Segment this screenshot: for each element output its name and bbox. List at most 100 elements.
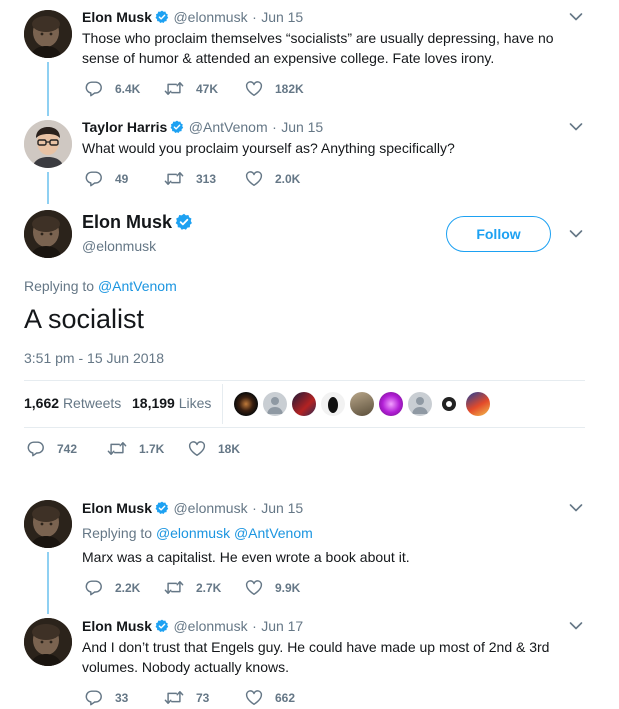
liker-avatar[interactable] (350, 392, 374, 416)
reply-button[interactable]: 742 (27, 440, 77, 457)
focused-author: Elon Musk (82, 212, 193, 233)
reply-button[interactable]: 2.2K (85, 579, 140, 596)
divider (24, 427, 585, 428)
tweet-timestamp[interactable]: 3:51 pm - 15 Jun 2018 (24, 350, 164, 366)
avatar[interactable] (24, 210, 72, 258)
author-name[interactable]: Elon Musk (82, 212, 172, 232)
stats-separator (222, 384, 223, 424)
retweets-total: 1,662 (24, 395, 60, 411)
separator-dot: · (252, 9, 257, 25)
author-handle[interactable]: @elonmusk (173, 618, 247, 634)
tweet-date[interactable]: Jun 15 (261, 9, 303, 25)
tweet-date[interactable]: Jun 15 (281, 119, 323, 135)
avatar[interactable] (24, 500, 72, 548)
liker-avatar[interactable] (408, 392, 432, 416)
avatar[interactable] (24, 120, 72, 168)
chevron-down-icon[interactable] (569, 621, 583, 631)
separator-dot: · (272, 119, 277, 135)
liker-avatar[interactable] (263, 392, 287, 416)
like-button[interactable]: 18K (188, 440, 240, 457)
thread-line (47, 172, 49, 204)
reply-icon (85, 170, 103, 187)
replying-to-link[interactable]: @elonmusk (156, 525, 230, 541)
author-handle[interactable]: @elonmusk (82, 238, 156, 254)
like-icon (245, 80, 263, 97)
replying-prefix: Replying to (24, 278, 95, 294)
separator-dot: · (252, 618, 257, 634)
tweet-date[interactable]: Jun 17 (261, 618, 303, 634)
retweet-count: 2.7K (196, 580, 222, 595)
likes-label: Likes (178, 395, 212, 411)
reply-count: 2.2K (115, 580, 141, 595)
reply-button[interactable]: 33 (85, 689, 128, 706)
avatar[interactable] (24, 10, 72, 58)
chevron-down-icon[interactable] (569, 503, 583, 513)
retweet-button[interactable]: 73 (164, 689, 209, 706)
replying-to: Replying to @elonmusk @AntVenom (82, 525, 313, 541)
chevron-down-icon[interactable] (569, 229, 583, 239)
replying-prefix: Replying to (82, 525, 153, 541)
reply-icon (85, 80, 103, 97)
reply-icon (85, 689, 103, 706)
tweet-date[interactable]: Jun 15 (261, 500, 303, 516)
tweet-header: Elon Musk @elonmusk · Jun 15 (82, 9, 303, 27)
reply-button[interactable]: 49 (85, 170, 128, 187)
author-name[interactable]: Elon Musk (82, 618, 152, 634)
like-count: 9.9K (275, 580, 301, 595)
follow-button[interactable]: Follow (446, 216, 551, 252)
author-name[interactable]: Taylor Harris (82, 119, 167, 135)
retweet-icon (164, 579, 184, 596)
likes-stat[interactable]: 18,199 Likes (132, 395, 211, 411)
author-handle[interactable]: @AntVenom (189, 119, 268, 135)
tweet-header: Elon Musk @elonmusk · Jun 15 (82, 500, 303, 518)
like-count: 182K (275, 81, 304, 96)
author-handle[interactable]: @elonmusk (173, 9, 247, 25)
reply-count: 33 (115, 690, 129, 705)
like-button[interactable]: 9.9K (245, 579, 300, 596)
liker-avatar[interactable] (321, 392, 345, 416)
like-icon (245, 170, 263, 187)
retweet-button[interactable]: 1.7K (107, 440, 164, 457)
replying-to: Replying to @AntVenom (24, 278, 177, 294)
reply-button[interactable]: 6.4K (85, 80, 140, 97)
replying-to-link[interactable]: @AntVenom (234, 525, 313, 541)
tweet-text: What would you proclaim yourself as? Any… (82, 140, 455, 156)
separator-dot: · (252, 500, 257, 516)
retweet-button[interactable]: 2.7K (164, 579, 221, 596)
reply-icon (27, 440, 45, 457)
retweet-count: 1.7K (139, 441, 165, 456)
retweets-label: Retweets (62, 395, 122, 411)
reply-count: 49 (115, 171, 129, 186)
retweet-button[interactable]: 313 (164, 170, 216, 187)
author-name[interactable]: Elon Musk (82, 9, 152, 25)
liker-avatar[interactable] (437, 392, 461, 416)
like-button[interactable]: 182K (245, 80, 304, 97)
liker-avatar[interactable] (466, 392, 490, 416)
retweet-button[interactable]: 47K (164, 80, 218, 97)
retweet-icon (164, 170, 184, 187)
tweet-text: Marx was a capitalist. He even wrote a b… (82, 549, 410, 565)
replying-to-link[interactable]: @AntVenom (98, 278, 177, 294)
like-button[interactable]: 2.0K (245, 170, 300, 187)
reply-icon (85, 579, 103, 596)
thread-line (47, 552, 49, 614)
liker-avatar[interactable] (379, 392, 403, 416)
retweet-icon (164, 689, 184, 706)
author-handle[interactable]: @elonmusk (173, 500, 247, 516)
like-icon (245, 689, 263, 706)
chevron-down-icon[interactable] (569, 122, 583, 132)
chevron-down-icon[interactable] (569, 12, 583, 22)
liker-avatar[interactable] (292, 392, 316, 416)
tweet-text: And I don’t trust that Engels guy. He co… (82, 639, 550, 675)
divider (24, 380, 585, 381)
like-button[interactable]: 662 (245, 689, 295, 706)
liker-avatar[interactable] (234, 392, 258, 416)
verified-icon (155, 10, 169, 24)
reply-count: 742 (57, 441, 78, 456)
retweets-stat[interactable]: 1,662 Retweets (24, 395, 121, 411)
likes-total: 18,199 (132, 395, 175, 411)
avatar[interactable] (24, 618, 72, 666)
verified-icon (170, 120, 184, 134)
retweet-count: 313 (196, 171, 217, 186)
author-name[interactable]: Elon Musk (82, 500, 152, 516)
